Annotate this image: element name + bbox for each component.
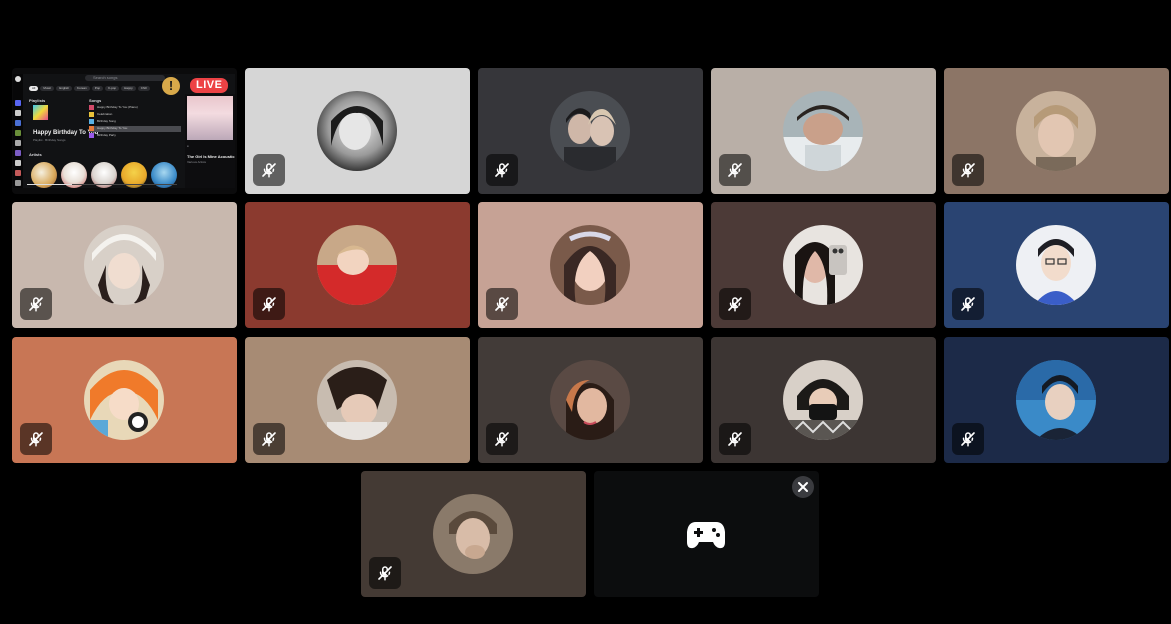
participant-tile[interactable] [245, 202, 470, 328]
stream-song-row: Happy Birthday To You (Piano) [89, 105, 181, 111]
avatar [317, 360, 397, 440]
participant-tile[interactable] [12, 337, 237, 463]
chip: Pop [91, 86, 104, 91]
mic-off-icon [253, 288, 285, 320]
participant-tile[interactable] [361, 471, 586, 597]
avatar [783, 91, 863, 171]
mic-off-icon [253, 154, 285, 186]
avatar [433, 494, 513, 574]
stream-warning-icon[interactable]: ! [162, 77, 180, 95]
now-playing-artist: Various Artists [187, 160, 206, 164]
participant-tile[interactable] [12, 202, 237, 328]
activity-tile[interactable] [594, 471, 819, 597]
avatar [550, 91, 630, 171]
participant-tile[interactable] [711, 202, 936, 328]
mic-off-icon [253, 423, 285, 455]
chip: English [56, 86, 73, 91]
avatar [84, 360, 164, 440]
avatar [550, 360, 630, 440]
stream-filter-chips: All Music English Korean Pop K-pop Happy Chill [29, 86, 179, 92]
stream-song-row: Happy Birthday To You [89, 126, 181, 132]
stream-progress-bar [27, 184, 177, 185]
nav-icon [15, 110, 21, 116]
avatar [317, 225, 397, 305]
participant-tile[interactable] [478, 202, 703, 328]
chip: K-pop [105, 86, 120, 91]
chip: All [29, 86, 39, 91]
mic-off-icon [952, 423, 984, 455]
chip: Music [40, 86, 55, 91]
nav-icon [15, 120, 21, 126]
now-playing-title: The Girl Is Mine Acoustic [187, 154, 235, 159]
chip: Chill [137, 86, 150, 91]
featured-playlist-subtitle: Playlist · Birthday Songs [33, 138, 66, 142]
nav-icon [15, 100, 21, 106]
app-logo-icon [15, 76, 21, 82]
mic-off-icon [20, 423, 52, 455]
avatar [1016, 225, 1096, 305]
stream-song-row: Birthday Song [89, 119, 181, 125]
avatar [84, 225, 164, 305]
close-icon[interactable] [792, 476, 814, 498]
mic-off-icon [952, 288, 984, 320]
mic-off-icon [486, 423, 518, 455]
participant-tile[interactable] [711, 68, 936, 194]
stream-section-label: Songs [89, 98, 102, 103]
avatar [783, 360, 863, 440]
avatar [783, 225, 863, 305]
participant-tile[interactable] [478, 68, 703, 194]
stream-song-row: Celebration [89, 112, 181, 118]
live-badge: LIVE [190, 78, 229, 93]
avatar [1016, 360, 1096, 440]
stream-search-placeholder: Search songs [93, 75, 118, 80]
participant-tile[interactable] [944, 202, 1169, 328]
mic-off-icon [952, 154, 984, 186]
participant-tile[interactable] [478, 337, 703, 463]
nav-icon [15, 170, 21, 176]
avatar [550, 225, 630, 305]
participant-tile[interactable] [944, 337, 1169, 463]
nav-icon [15, 160, 21, 166]
nav-icon [15, 180, 21, 186]
gamepad-icon [687, 522, 725, 549]
stream-now-playing-panel: ● The Girl Is Mine Acoustic Various Arti… [185, 94, 235, 188]
participant-tile[interactable] [245, 337, 470, 463]
mic-off-icon [20, 288, 52, 320]
stream-song-row: Birthday Party [89, 133, 181, 139]
featured-playlist-art [33, 105, 48, 120]
participant-tile[interactable] [711, 337, 936, 463]
participant-tile[interactable] [944, 68, 1169, 194]
now-playing-cover [187, 96, 233, 140]
mic-off-icon [486, 288, 518, 320]
nav-icon [15, 130, 21, 136]
stream-search-bar: Search songs [85, 75, 165, 81]
mic-off-icon [486, 154, 518, 186]
avatar [1016, 91, 1096, 171]
mic-off-icon [719, 154, 751, 186]
nav-icon [15, 150, 21, 156]
stream-section-label: Artists [29, 152, 42, 157]
participant-tile[interactable] [245, 68, 470, 194]
stream-section-label: Playlists [29, 98, 46, 103]
chip: Happy [121, 86, 136, 91]
mic-off-icon [719, 423, 751, 455]
mic-off-icon [369, 557, 401, 589]
avatar [317, 91, 397, 171]
now-playing-info: ● [187, 144, 189, 148]
mic-off-icon [719, 288, 751, 320]
chip: Korean [74, 86, 90, 91]
nav-icon [15, 140, 21, 146]
stream-sidebar [13, 74, 23, 188]
